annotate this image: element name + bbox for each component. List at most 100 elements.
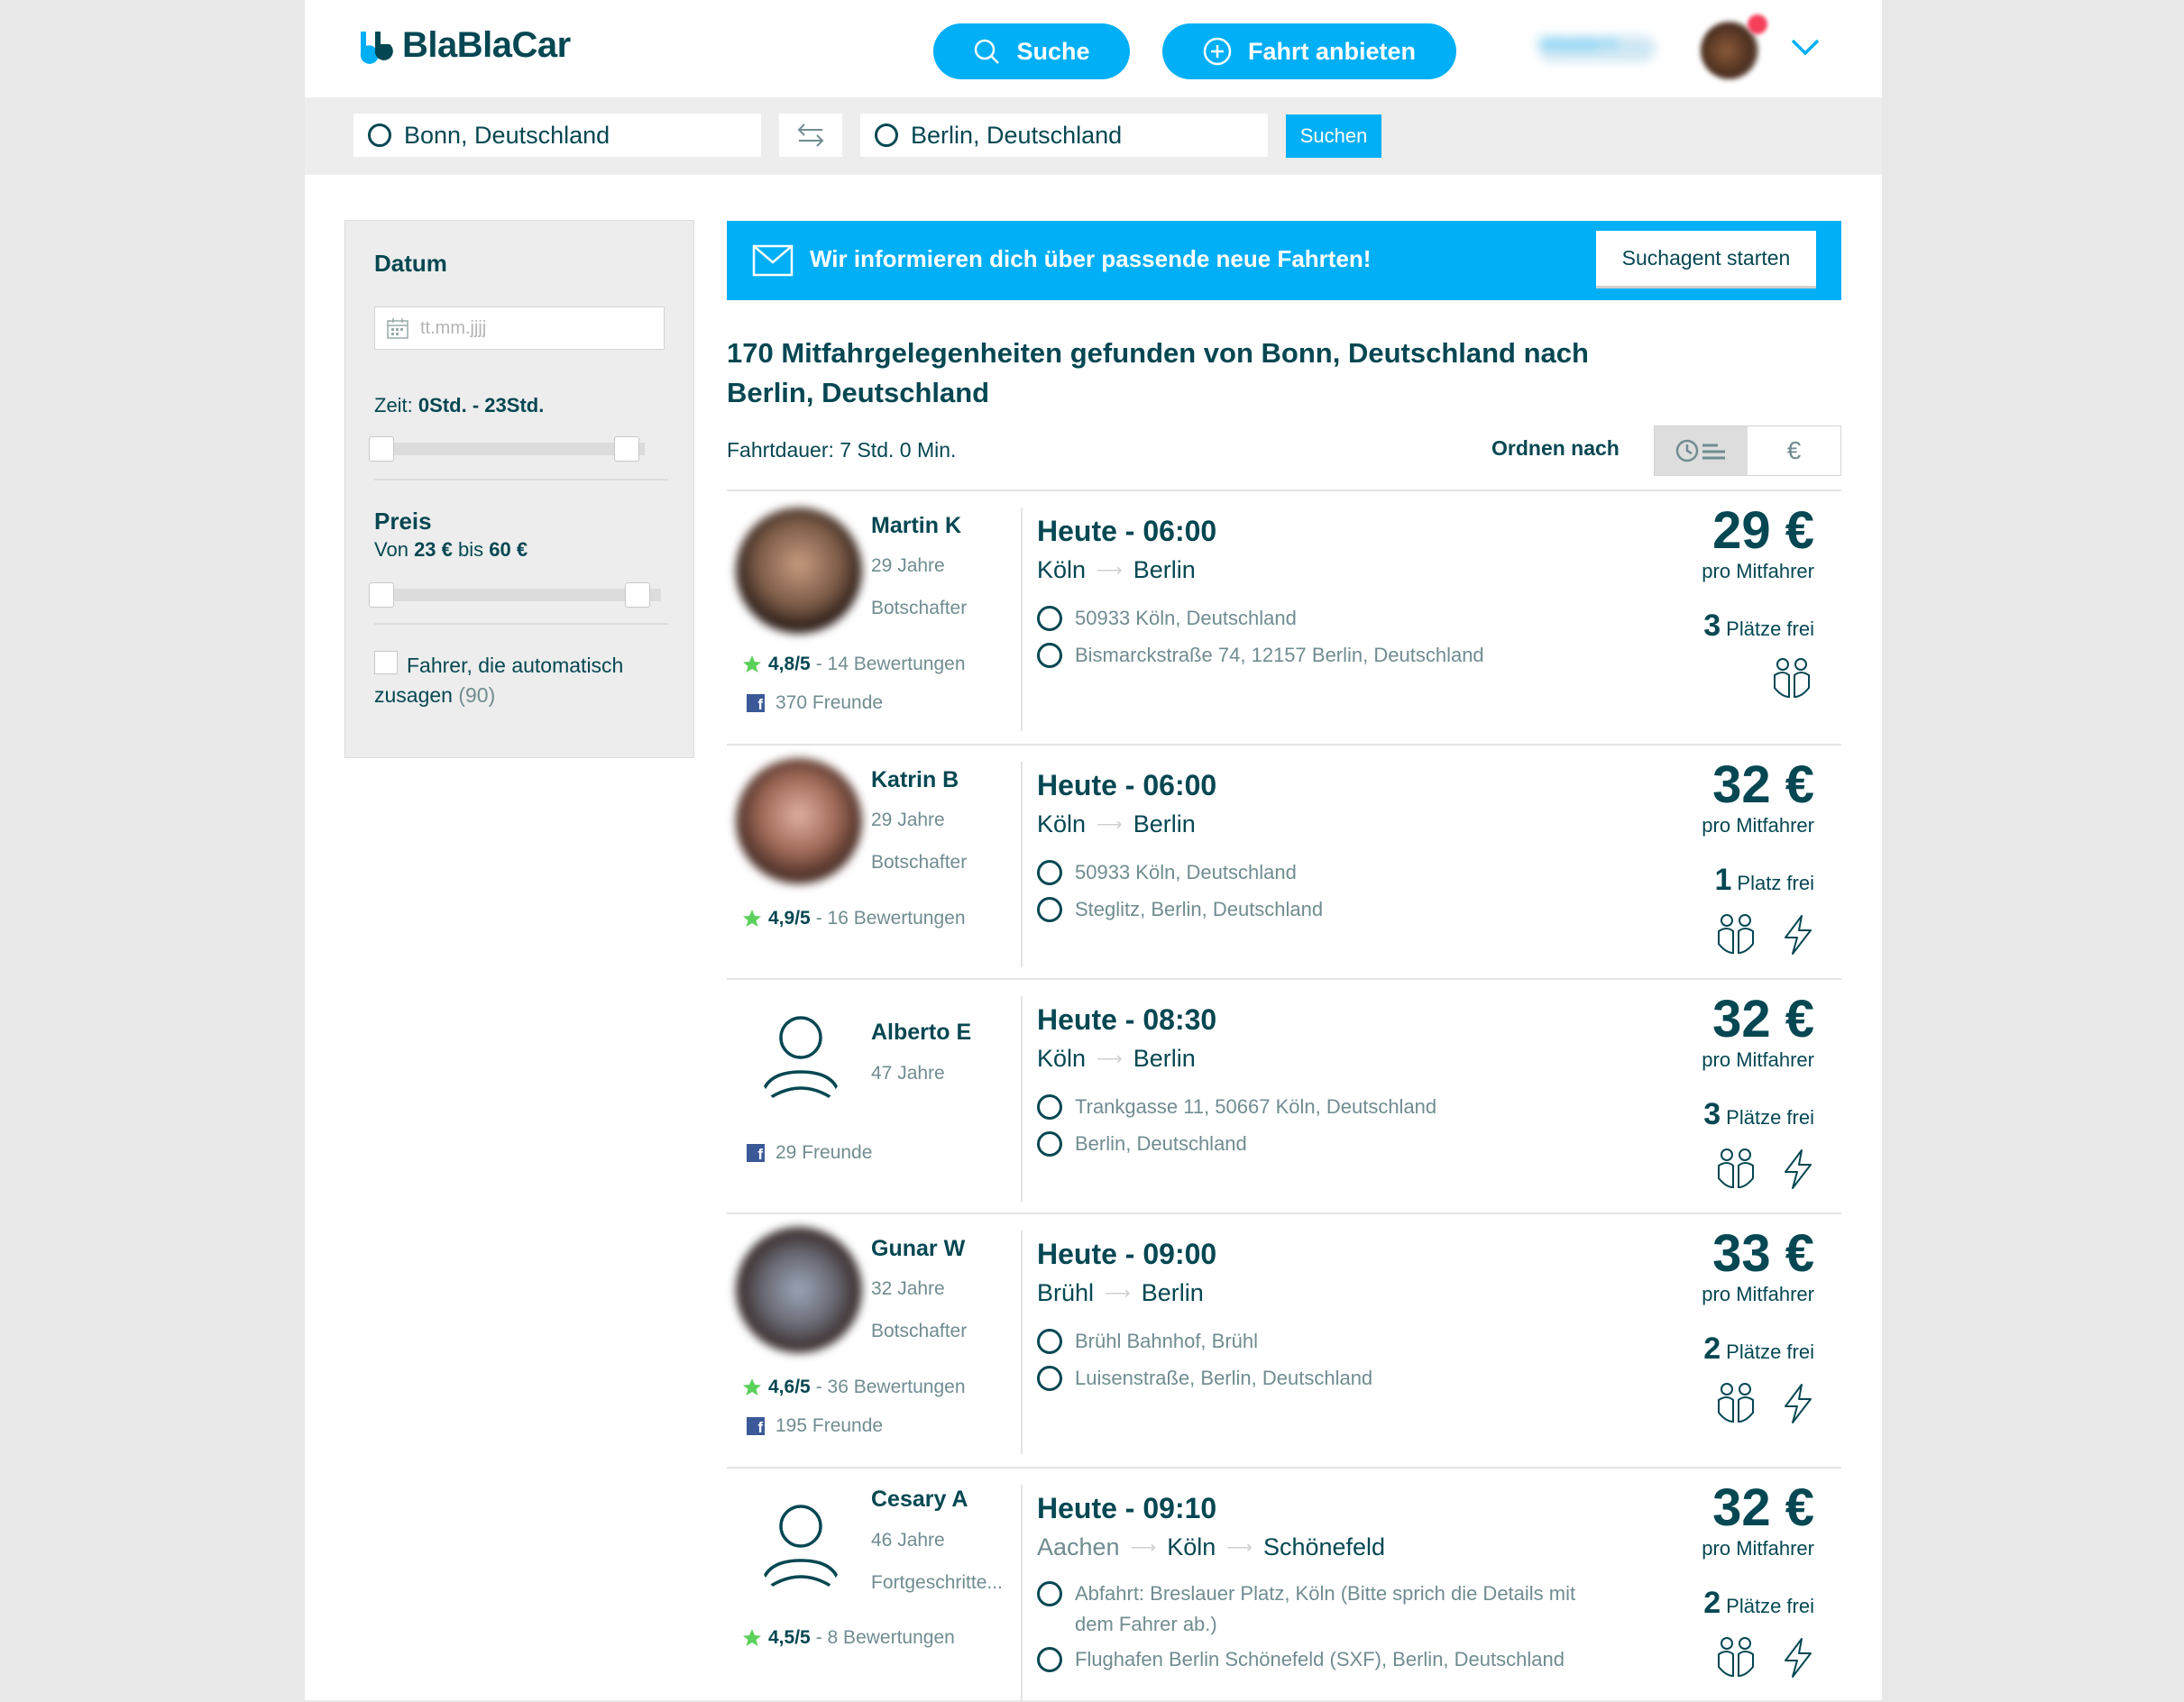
time-slider-max-handle[interactable] (614, 436, 639, 462)
seats-icon (1718, 1383, 1754, 1423)
price-slider-max-handle[interactable] (625, 582, 650, 608)
departure-time: Heute - 09:00 (1037, 1238, 1217, 1270)
arrow-icon: ⟶ (1226, 1538, 1253, 1558)
time-slider-min-handle[interactable] (369, 436, 394, 462)
seats-available: 3 Plätze frei (1703, 609, 1814, 644)
departure-time: Heute - 06:00 (1037, 769, 1217, 801)
driver-rating: 4,5/5 - 8 Bewertungen (741, 1627, 955, 1649)
price-to: 60 € (489, 538, 528, 561)
seats-icon (1718, 914, 1754, 955)
auto-accept-text: Fahrer, die automatisch zusagen (374, 654, 624, 707)
pickup-address: 50933 Köln, Deutschland (1075, 607, 1297, 629)
search-button-label: Suche (1016, 37, 1090, 65)
trip-features (1746, 657, 1814, 700)
search-button[interactable]: Suche (933, 23, 1130, 79)
review-count: - 14 Bewertungen (815, 654, 966, 674)
facebook-icon: f (747, 1417, 765, 1435)
divider (374, 479, 668, 480)
departure-time: Heute - 09:10 (1037, 1492, 1217, 1524)
seats-number: 1 (1714, 863, 1732, 897)
submit-search-button[interactable]: Suchen (1286, 114, 1381, 158)
dropoff-point: Flughafen Berlin Schönefeld (SXF), Berli… (1037, 1644, 1596, 1675)
route-city: Berlin (1141, 1279, 1204, 1306)
date-input[interactable]: tt.mm.jjjj (374, 307, 665, 350)
rating-value: 4,9/5 (768, 908, 811, 929)
trip-card[interactable]: Martin K 29 Jahre Botschafter 4,8/5 - 14… (727, 490, 1841, 746)
trip-duration: Fahrtdauer: 7 Std. 0 Min. (727, 438, 957, 462)
trip-price: 32 € (1712, 755, 1814, 814)
departure-time: Heute - 06:00 (1037, 515, 1217, 547)
driver-age: 29 Jahre (871, 810, 945, 830)
pickup-address: Brühl Bahnhof, Brühl (1075, 1330, 1259, 1352)
sort-by-time-button[interactable] (1655, 426, 1748, 475)
lightning-icon (1785, 915, 1812, 955)
trip-card[interactable]: Alberto E 47 Jahre f 29 Freunde Heute - … (727, 978, 1841, 1214)
price-per-passenger: pro Mitfahrer (1702, 1283, 1814, 1305)
pickup-circle-icon (1037, 860, 1062, 885)
dropoff-point: Luisenstraße, Berlin, Deutschland (1037, 1363, 1596, 1394)
time-from: 0Std. (418, 394, 467, 416)
sort-by-price-button[interactable]: € (1748, 426, 1840, 475)
star-icon (743, 910, 761, 927)
logo-text: BlaBlaCar (402, 25, 571, 65)
seats-available: 2 Plätze frei (1703, 1331, 1814, 1367)
origin-circle-icon (368, 124, 391, 147)
dropoff-address: Steglitz, Berlin, Deutschland (1075, 898, 1324, 920)
facebook-icon: f (747, 1144, 765, 1162)
plus-circle-icon (1203, 37, 1232, 66)
review-count: - 36 Bewertungen (815, 1377, 966, 1397)
trip-price: 32 € (1712, 990, 1814, 1048)
swap-button[interactable] (779, 114, 842, 157)
dropoff-point: Bismarckstraße 74, 12157 Berlin, Deutsch… (1037, 640, 1596, 671)
price-slider-min-handle[interactable] (369, 582, 394, 608)
seats-label: Plätze frei (1726, 1106, 1814, 1129)
divider (374, 623, 668, 625)
trip-card[interactable]: Katrin B 29 Jahre Botschafter 4,9/5 - 16… (727, 744, 1841, 980)
price-range-label: Von 23 € bis 60 € (374, 538, 528, 562)
route-city: Berlin (1133, 556, 1196, 583)
price-to-label: bis (458, 538, 484, 561)
auto-accept-count: (90) (458, 683, 496, 707)
route-city: Köln (1037, 1045, 1087, 1072)
driver-rating: 4,8/5 - 14 Bewertungen (741, 654, 966, 675)
banner-text: Wir informieren dich über passende neue … (810, 245, 1372, 272)
dropoff-circle-icon (1037, 1366, 1062, 1391)
price-slider-track[interactable] (374, 589, 661, 601)
pickup-circle-icon (1037, 606, 1062, 631)
swap-icon (797, 124, 824, 147)
divider (1021, 1231, 1023, 1454)
trip-card[interactable]: Gunar W 32 Jahre Botschafter 4,6/5 - 36 … (727, 1212, 1841, 1469)
to-input[interactable]: Berlin, Deutschland (860, 114, 1268, 157)
start-search-agent-button[interactable]: Suchagent starten (1596, 231, 1816, 288)
trip-price: 29 € (1712, 501, 1814, 560)
time-slider-track[interactable] (374, 443, 645, 455)
pickup-point: 50933 Köln, Deutschland (1037, 603, 1596, 634)
seats-available: 2 Plätze frei (1703, 1586, 1814, 1621)
dropoff-point: Steglitz, Berlin, Deutschland (1037, 894, 1596, 925)
pickup-address: 50933 Köln, Deutschland (1075, 861, 1297, 883)
seats-label: Plätze frei (1726, 618, 1814, 640)
lightning-icon (1785, 1384, 1812, 1423)
seats-icon (1774, 658, 1810, 699)
pickup-address: Trankgasse 11, 50667 Köln, Deutschland (1075, 1095, 1437, 1118)
arrow-icon: ⟶ (1130, 1538, 1157, 1558)
destination-circle-icon (875, 124, 898, 147)
auto-accept-checkbox[interactable] (374, 651, 398, 674)
facebook-icon: f (747, 694, 765, 712)
trip-card[interactable]: Cesary A 46 Jahre Fortgeschritte... 4,5/… (727, 1467, 1841, 1702)
chevron-down-icon[interactable] (1790, 36, 1821, 58)
trip-features (1690, 913, 1814, 956)
logo[interactable]: BlaBlaCar (355, 25, 571, 66)
time-to: 23Std. (484, 394, 545, 416)
offer-ride-button[interactable]: Fahrt anbieten (1162, 23, 1456, 79)
dropoff-address: Berlin, Deutschland (1075, 1132, 1247, 1155)
facebook-friends: f 370 Freunde (747, 692, 883, 714)
user-name[interactable]: Sebastian H (1538, 36, 1656, 61)
default-avatar-icon (759, 1016, 842, 1106)
search-icon (975, 39, 1000, 64)
from-input[interactable]: Bonn, Deutschland (353, 114, 761, 157)
page: BlaBlaCar Suche Fahrt anbieten Sebastian… (305, 0, 1882, 1702)
seats-number: 2 (1703, 1331, 1721, 1366)
divider (1021, 762, 1023, 967)
sort-toggle: € (1654, 426, 1841, 476)
